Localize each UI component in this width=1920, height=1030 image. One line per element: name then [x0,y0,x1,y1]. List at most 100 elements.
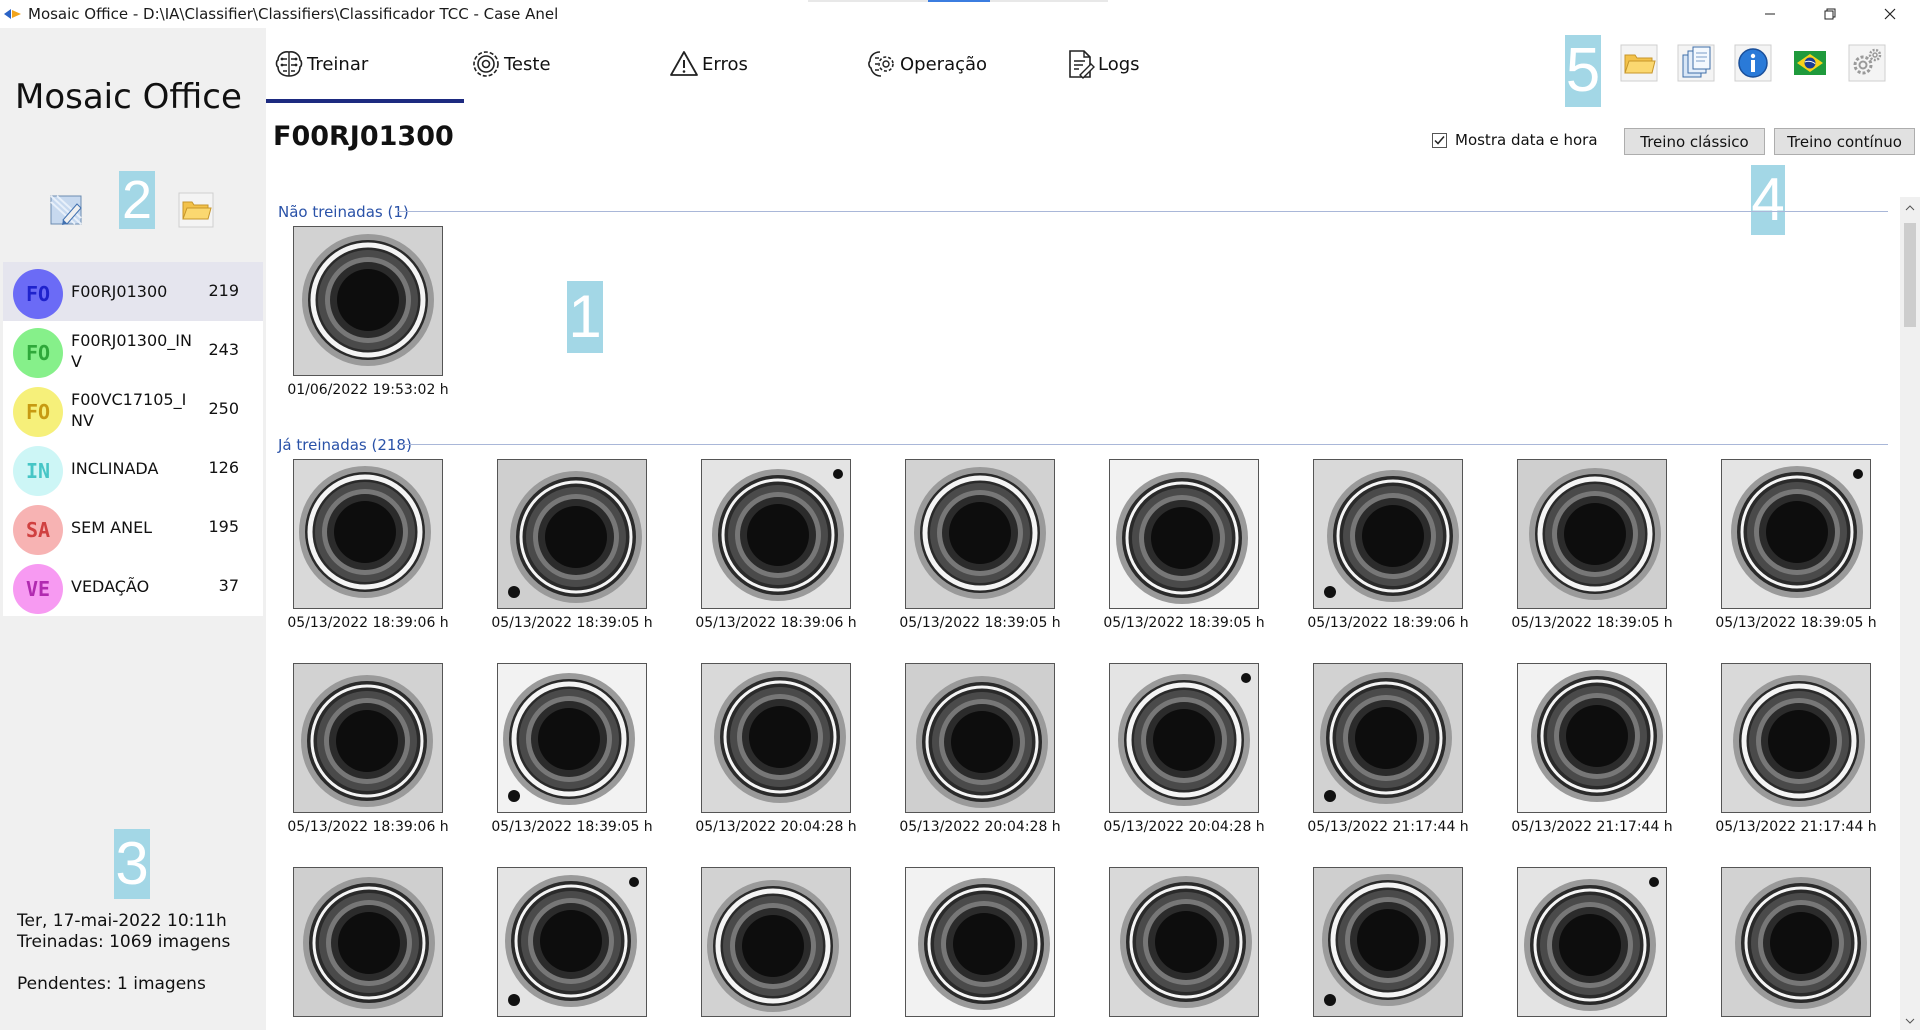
brain-icon [275,51,303,77]
class-name: F00RJ01300_INV [71,331,192,371]
continuous-train-button[interactable]: Treino contínuo [1774,128,1915,155]
trained-image-thumbnail[interactable] [1313,459,1463,609]
settings-button[interactable] [1848,44,1886,82]
ring-photo-icon [1518,664,1666,812]
trained-image-thumbnail[interactable] [497,459,647,609]
title-bar: Mosaic Office - D:\IA\Classifier\Classif… [0,0,1920,28]
warning-icon [670,51,698,76]
class-count: 126 [208,458,239,477]
language-button[interactable] [1791,44,1829,82]
page-title: F00RJ01300 [273,121,454,152]
checkmark-icon [1434,135,1445,145]
untrained-section-label: Não treinadas (1) [278,203,409,221]
ring-photo-icon [702,460,850,608]
trained-image-thumbnail[interactable] [1721,867,1871,1017]
close-button[interactable] [1860,0,1920,28]
class-avatar: SA [13,505,63,555]
trained-image-thumbnail[interactable] [1721,459,1871,609]
ring-photo-icon [294,227,442,375]
gear-brain-icon [473,51,499,77]
tab-label: Teste [504,53,551,75]
tab-teste[interactable]: Teste [470,46,551,82]
trained-image-thumbnail[interactable] [497,867,647,1017]
trained-image-thumbnail[interactable] [701,867,851,1017]
tab-erros[interactable]: Erros [668,46,748,82]
edit-image-button[interactable] [48,191,86,229]
trained-image-thumbnail[interactable] [1721,663,1871,813]
folder-open-icon [1620,44,1658,82]
vertical-scrollbar[interactable] [1900,197,1920,1030]
open-folder-button[interactable] [177,191,215,229]
tab-logs[interactable]: Logs [1064,46,1140,82]
class-name: F00RJ01300 [71,282,168,301]
trained-image-thumbnail[interactable] [905,663,1055,813]
trained-image-thumbnail[interactable] [1109,459,1259,609]
trained-image-thumbnail[interactable] [701,459,851,609]
classic-train-button[interactable]: Treino clássico [1624,128,1765,155]
ring-photo-icon [906,460,1054,608]
active-tab-indicator [266,99,464,103]
trained-image-thumbnail[interactable] [905,459,1055,609]
trained-image-thumbnail[interactable] [701,663,851,813]
open-folder-toolbar-button[interactable] [1620,44,1658,82]
trained-image-thumbnail[interactable] [1109,867,1259,1017]
info-button[interactable] [1734,44,1772,82]
status-trained: Treinadas: 1069 imagens [17,932,231,952]
show-datetime-toggle[interactable]: Mostra data e hora [1432,131,1598,149]
class-item[interactable]: FO F00RJ01300 219 [3,262,263,321]
class-item[interactable]: IN INCLINADA 126 [3,439,263,498]
trained-image-thumbnail[interactable] [1517,663,1667,813]
sidebar: Mosaic Office 2 FO F00RJ01300 219 FO F00… [0,28,266,1030]
class-name: INCLINADA [71,459,159,478]
trained-image-thumbnail[interactable] [905,867,1055,1017]
class-item[interactable]: SA SEM ANEL 195 [3,498,263,557]
show-datetime-checkbox[interactable] [1432,132,1447,148]
image-timestamp: 05/13/2022 18:39:06 h [287,819,449,835]
ring-photo-icon [906,664,1054,812]
ring-photo-icon [294,460,442,608]
trained-image-thumbnail[interactable] [293,459,443,609]
ring-photo-icon [702,868,850,1016]
trained-image-thumbnail[interactable] [293,663,443,813]
image-timestamp: 05/13/2022 18:39:06 h [1307,615,1469,631]
image-timestamp: 05/13/2022 18:39:05 h [1511,615,1673,631]
ring-photo-icon [906,868,1054,1016]
brazil-flag-icon [1794,51,1826,75]
trained-image-thumbnail[interactable] [1517,459,1667,609]
trained-section-label: Já treinadas (218) [278,436,412,454]
trained-image-thumbnail[interactable] [1109,663,1259,813]
restore-button[interactable] [1800,0,1860,28]
class-item[interactable]: VE VEDAÇÃO 37 [3,557,263,616]
ring-photo-icon [498,664,646,812]
tab-treinar[interactable]: Treinar [273,46,368,82]
untrained-image-thumbnail[interactable] [293,226,443,376]
trained-divider [400,444,1888,445]
trained-image-thumbnail[interactable] [1313,867,1463,1017]
tab-operacao[interactable]: Operação [866,46,987,82]
copy-documents-icon [1677,44,1715,82]
class-count: 250 [208,399,239,418]
trained-image-thumbnail[interactable] [1313,663,1463,813]
settings-gears-icon [1848,44,1886,82]
minimize-button[interactable] [1740,0,1800,28]
trained-image-thumbnail[interactable] [1517,867,1667,1017]
circuit-brain-icon [868,51,894,77]
trained-image-thumbnail[interactable] [293,867,443,1017]
image-timestamp: 05/13/2022 20:04:28 h [1103,819,1265,835]
class-item[interactable]: FO F00RJ01300_INV 243 [3,321,263,380]
scroll-down-arrow[interactable] [1904,1016,1916,1026]
tab-label: Erros [702,53,748,75]
class-item[interactable]: FO F00VC17105_INV 250 [3,380,263,439]
image-timestamp: 05/13/2022 18:39:05 h [1715,615,1877,631]
image-timestamp: 05/13/2022 18:39:05 h [899,615,1061,631]
scroll-thumb[interactable] [1904,223,1916,327]
trained-image-thumbnail[interactable] [497,663,647,813]
scroll-up-arrow[interactable] [1904,203,1916,213]
image-timestamp: 05/13/2022 21:17:44 h [1715,819,1877,835]
class-name: VEDAÇÃO [71,577,150,596]
tab-label: Treinar [307,53,369,75]
callout-4: 4 [1751,165,1785,235]
ring-photo-icon [1518,868,1666,1016]
callout-3: 3 [114,829,150,899]
copy-button[interactable] [1677,44,1715,82]
